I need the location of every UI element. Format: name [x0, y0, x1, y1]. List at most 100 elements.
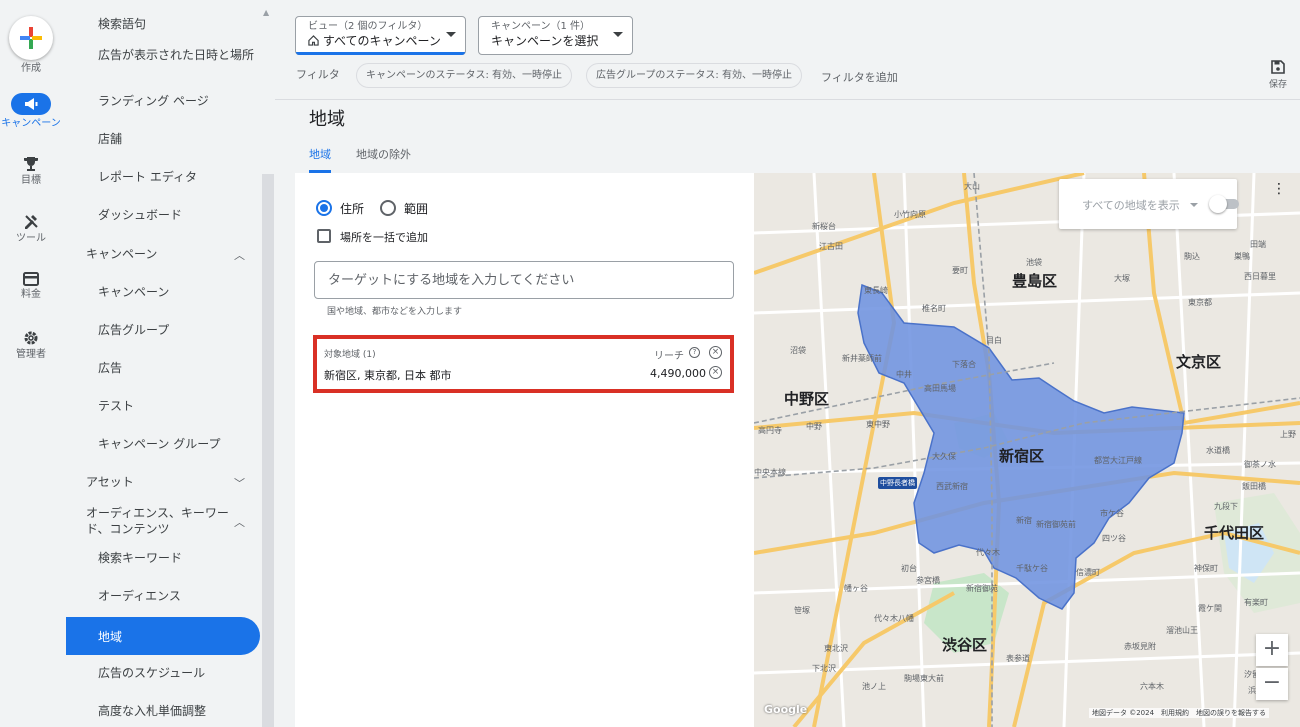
- nav-item-ad-schedule[interactable]: 広告のスケジュール: [98, 665, 258, 681]
- nav-item-advanced-bid-adj[interactable]: 高度な入札単価調整: [98, 703, 258, 719]
- map-label: 溜池山王: [1166, 626, 1198, 635]
- rail-campaign-label: キャンペーン: [1, 118, 61, 129]
- nav-item-report-editor[interactable]: レポート エディタ: [98, 169, 258, 185]
- map-label: 六本木: [1140, 682, 1164, 691]
- sidenav-scrollbar[interactable]: [262, 174, 274, 727]
- megaphone-icon: [11, 93, 51, 115]
- scroll-up-arrow-icon[interactable]: ▲: [263, 8, 269, 17]
- map-label: 東北沢: [824, 644, 848, 653]
- bulk-add-checkbox[interactable]: [317, 229, 331, 243]
- remove-location-icon[interactable]: ×: [709, 366, 722, 379]
- remove-all-icon[interactable]: ×: [709, 346, 722, 359]
- rail-item-campaigns[interactable]: キャンペーン: [0, 93, 62, 129]
- tab-locations[interactable]: 地域: [309, 146, 331, 162]
- rail-item-admin[interactable]: 管理者: [0, 330, 62, 360]
- map-label: 要町: [952, 266, 968, 275]
- nav-section-audiences[interactable]: オーディエンス、キーワード、コンテンツ: [86, 505, 231, 537]
- map-label: 巣鴨: [1234, 252, 1250, 261]
- plus-icon: [20, 27, 42, 49]
- map-ward-bunkyo: 文京区: [1176, 353, 1222, 371]
- map-label: 高円寺: [758, 426, 782, 435]
- nav-item-experiments[interactable]: テスト: [98, 398, 258, 414]
- map-label: 幡ヶ谷: [844, 584, 868, 593]
- nav-item-search-terms[interactable]: 検索語句: [98, 16, 258, 32]
- filter-chip-campaign-status[interactable]: キャンペーンのステータス: 有効、一時停止: [356, 63, 573, 88]
- save-button[interactable]: 保存: [1265, 60, 1291, 90]
- add-filter-button[interactable]: フィルタを追加: [821, 69, 898, 85]
- map-label: 四ツ谷: [1102, 534, 1126, 543]
- create-button[interactable]: [9, 16, 53, 60]
- map-attribution[interactable]: 地図データ ©2024 利用規約 地図の誤りを報告する: [1089, 708, 1270, 718]
- radio-radius[interactable]: [380, 200, 396, 216]
- map-label: 駒込: [1184, 252, 1200, 261]
- map-label: 新桜台: [812, 222, 836, 231]
- chevron-up-icon[interactable]: ︿: [234, 247, 245, 263]
- reach-header: リーチ: [654, 351, 684, 362]
- filter-chip-adgroup-status[interactable]: 広告グループのステータス: 有効、一時停止: [586, 63, 802, 88]
- tab-excluded-locations[interactable]: 地域の除外: [356, 146, 411, 162]
- location-map[interactable]: 豊島区 文京区 中野区 新宿区 千代田区 渋谷区 大山 小竹向原 新桜台 江古田…: [754, 173, 1300, 727]
- rail-item-goals[interactable]: 目標: [0, 156, 62, 186]
- gear-icon: [24, 331, 38, 345]
- nav-item-audiences[interactable]: オーディエンス: [98, 588, 258, 604]
- home-icon: [308, 35, 319, 46]
- map-label: 中井: [896, 370, 912, 379]
- map-label: 初台: [901, 564, 917, 573]
- map-label: 中央本線: [754, 468, 786, 477]
- caret-down-icon: [613, 32, 623, 37]
- save-label: 保存: [1268, 80, 1287, 90]
- map-label: 千駄ケ谷: [1016, 564, 1048, 573]
- map-label: 椎名町: [922, 304, 946, 313]
- location-search-input[interactable]: [314, 261, 734, 299]
- nav-item-campaigns[interactable]: キャンペーン: [98, 284, 258, 300]
- map-label: 大山: [964, 182, 980, 191]
- zoom-in-button[interactable]: +: [1256, 634, 1288, 666]
- nav-item-landing-pages[interactable]: ランディング ページ: [98, 93, 258, 109]
- rail-create-label: 作成: [21, 63, 41, 74]
- map-label: 新宿御苑: [966, 584, 998, 593]
- view-dropdown[interactable]: ビュー（2 個のフィルタ） すべてのキャンペーン: [295, 16, 466, 55]
- map-label: 神保町: [1194, 564, 1218, 573]
- caret-down-icon: [1190, 203, 1198, 207]
- view-dropdown-label: すべてのキャンペーン: [322, 34, 441, 48]
- nav-item-when-where[interactable]: 広告が表示された日時と場所: [98, 47, 258, 63]
- map-label: 九段下: [1214, 502, 1238, 511]
- rail-item-tools[interactable]: ツール: [0, 214, 62, 244]
- zoom-out-button[interactable]: −: [1256, 668, 1288, 700]
- nav-item-search-keywords[interactable]: 検索キーワード: [98, 550, 258, 566]
- nav-item-locations-label: 地域: [98, 630, 123, 644]
- targeted-locations-box: 対象地域 (1) リーチ ? × 新宿区, 東京都, 日本 都市 4,490,0…: [313, 335, 734, 393]
- map-label: 西武新宿: [936, 482, 968, 491]
- help-icon[interactable]: ?: [689, 347, 700, 358]
- chevron-down-icon[interactable]: ﹀: [234, 475, 245, 491]
- map-label: 霞ケ関: [1198, 604, 1222, 613]
- campaign-dropdown-small: キャンペーン（1 件）: [491, 21, 591, 32]
- nav-item-ads[interactable]: 広告: [98, 360, 258, 376]
- map-label: 上野: [1280, 430, 1296, 439]
- show-all-toggle[interactable]: [1209, 195, 1241, 213]
- campaign-dropdown[interactable]: キャンペーン（1 件） キャンペーンを選択: [478, 16, 633, 55]
- nav-item-dashboards[interactable]: ダッシュボード: [98, 207, 258, 223]
- more-vert-icon[interactable]: ⋮: [1272, 181, 1286, 197]
- nav-section-campaigns[interactable]: キャンペーン: [86, 246, 226, 262]
- rail-tools-label: ツール: [16, 233, 46, 244]
- filter-label: フィルタ: [296, 68, 340, 81]
- rail-item-billing[interactable]: 料金: [0, 272, 62, 300]
- nav-section-assets[interactable]: アセット: [86, 474, 226, 490]
- targeted-locations-header: 対象地域 (1): [324, 350, 376, 360]
- nav-item-locations[interactable]: 地域: [66, 617, 260, 655]
- map-label: 下落合: [952, 360, 976, 369]
- nav-item-campaign-groups[interactable]: キャンペーン グループ: [98, 436, 258, 452]
- nav-item-stores[interactable]: 店舗: [98, 131, 258, 147]
- show-all-locations-control[interactable]: すべての地域を表示: [1059, 179, 1239, 229]
- side-navigation: ▲ 検索語句 広告が表示された日時と場所 ランディング ページ 店舗 レポート …: [66, 0, 275, 727]
- map-label: 目白: [986, 336, 1002, 345]
- map-label: 市ケ谷: [1100, 509, 1124, 518]
- radio-address[interactable]: [316, 200, 332, 216]
- page-title: 地域: [309, 109, 345, 130]
- chevron-up-icon[interactable]: ︿: [234, 514, 245, 530]
- view-dropdown-value: すべてのキャンペーン: [308, 33, 453, 49]
- campaign-dropdown-label: キャンペーンを選択: [491, 34, 599, 48]
- nav-item-ad-groups[interactable]: 広告グループ: [98, 322, 258, 338]
- credit-card-icon: [23, 272, 39, 286]
